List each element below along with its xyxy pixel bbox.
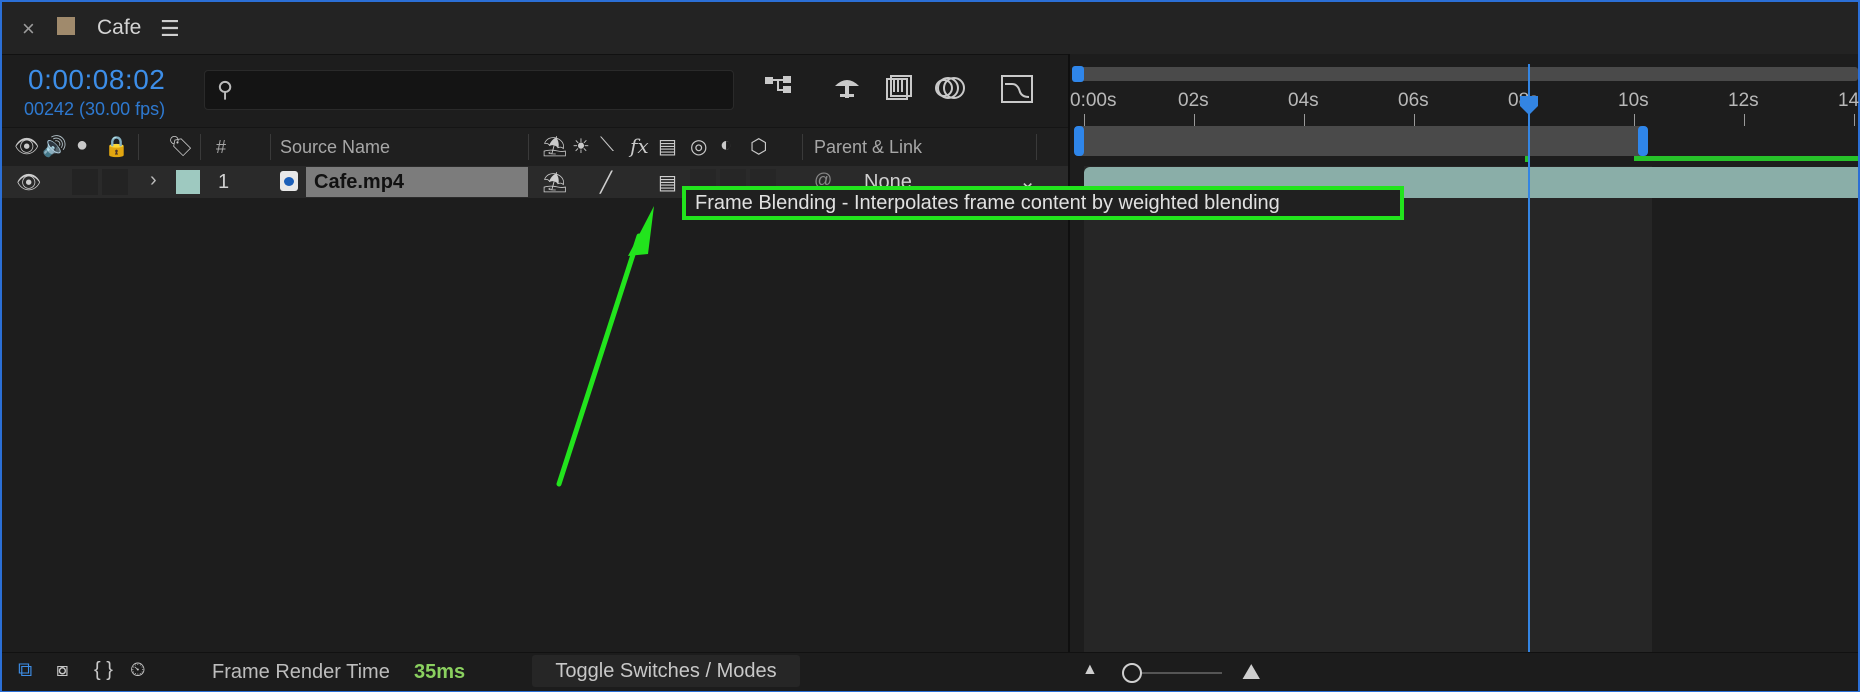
toggle-switches-modes-button[interactable]: Toggle Switches / Modes — [532, 655, 800, 687]
frame-render-time-label: Frame Render Time — [212, 661, 390, 683]
zoom-in-icon[interactable]: ⛰ — [1242, 659, 1260, 685]
zoom-slider-track[interactable] — [1132, 672, 1222, 674]
annotation-arrow — [556, 206, 654, 487]
transfer-controls-pane-icon[interactable]: ⧇ — [56, 659, 69, 682]
layer-switches-pane-icon[interactable]: ⧉ — [18, 659, 32, 682]
status-bar: ⧉ ⧇ { } ⏲ Frame Render Time 35ms Toggle … — [2, 652, 1858, 691]
frame-render-time-value: 35ms — [414, 661, 466, 683]
zoom-slider-knob[interactable] — [1122, 663, 1142, 683]
render-time-pane-icon[interactable]: ⏲ — [130, 659, 146, 682]
in-out-pane-icon[interactable]: { } — [94, 659, 113, 682]
zoom-out-icon[interactable]: ▲ — [1082, 661, 1098, 679]
